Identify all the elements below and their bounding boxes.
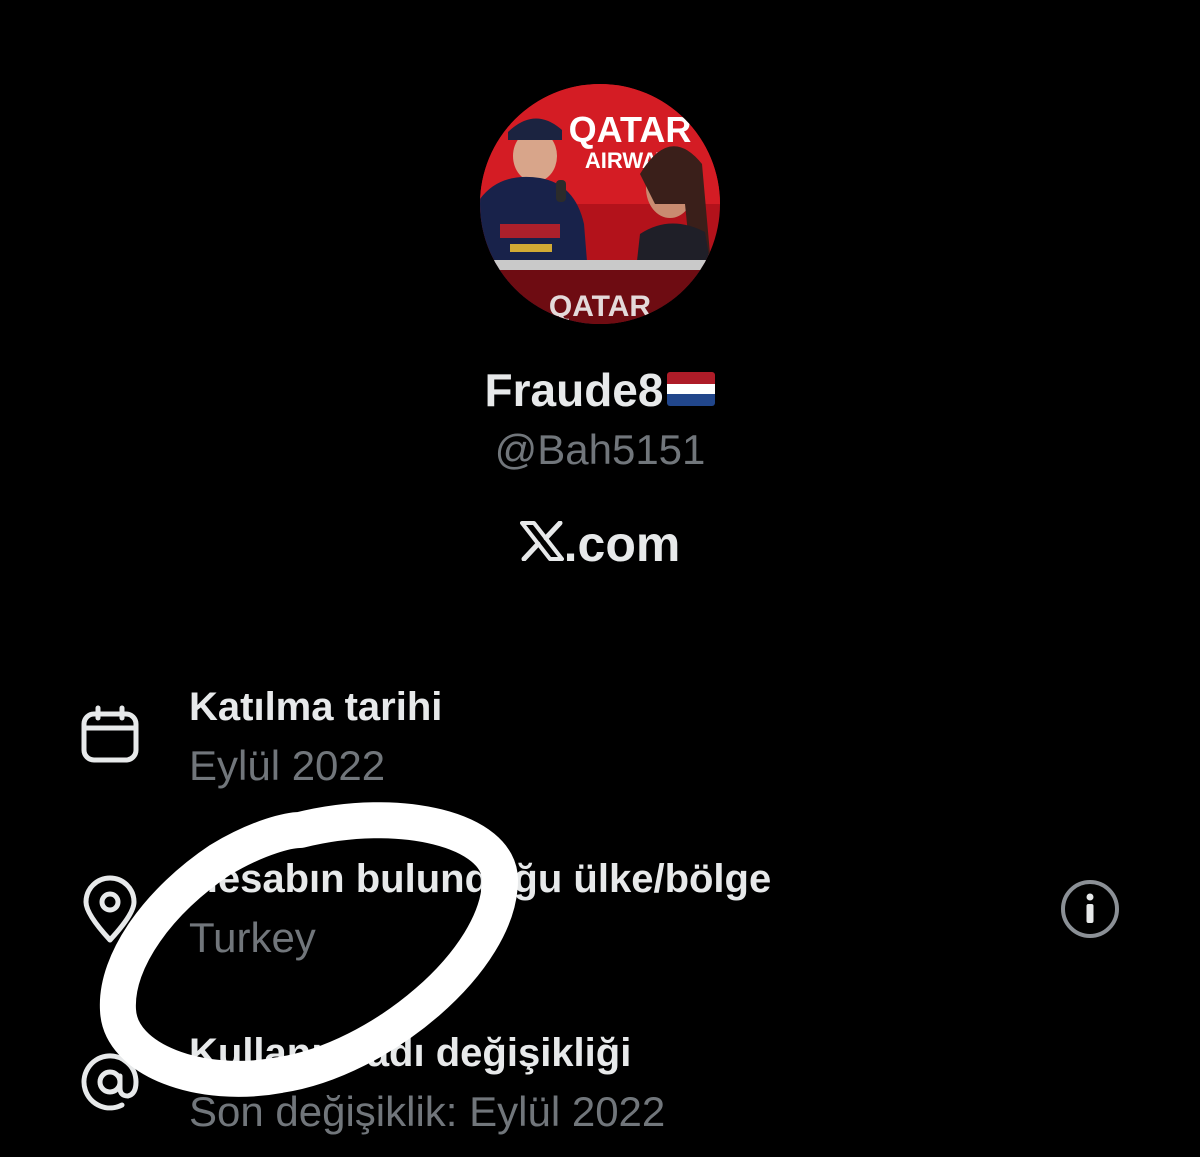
joined-date-title: Katılma tarihi xyxy=(189,685,443,729)
avatar-photo: QATAR AIRWAYS QATAR xyxy=(480,84,720,324)
netherlands-flag-icon xyxy=(667,362,716,418)
account-location-value: Turkey xyxy=(189,914,316,961)
site-label: .com xyxy=(0,514,1200,574)
profile-handle: @Bah5151 xyxy=(494,426,706,473)
info-circle-icon[interactable] xyxy=(1058,877,1122,946)
joined-date-value: Eylül 2022 xyxy=(189,742,386,789)
site-domain: .com xyxy=(563,516,681,572)
profile-avatar[interactable]: QATAR AIRWAYS QATAR xyxy=(480,84,720,324)
x-logo-icon xyxy=(519,514,564,574)
at-sign-icon xyxy=(78,1050,142,1119)
username-change-value: Son değişiklik: Eylül 2022 xyxy=(189,1088,666,1135)
calendar-icon xyxy=(78,704,142,773)
location-pin-icon xyxy=(78,874,142,949)
display-name: Fraude8 xyxy=(484,364,664,416)
avatar-podium-text: QATAR xyxy=(549,290,652,323)
profile-name-row: Fraude8 xyxy=(0,362,1200,418)
avatar-banner-text-1: QATAR xyxy=(569,109,692,150)
account-location-title: Hesabın bulunduğu ülke/bölge xyxy=(189,857,772,901)
username-change-title: Kullanıcı adı değişikliği xyxy=(189,1031,632,1075)
